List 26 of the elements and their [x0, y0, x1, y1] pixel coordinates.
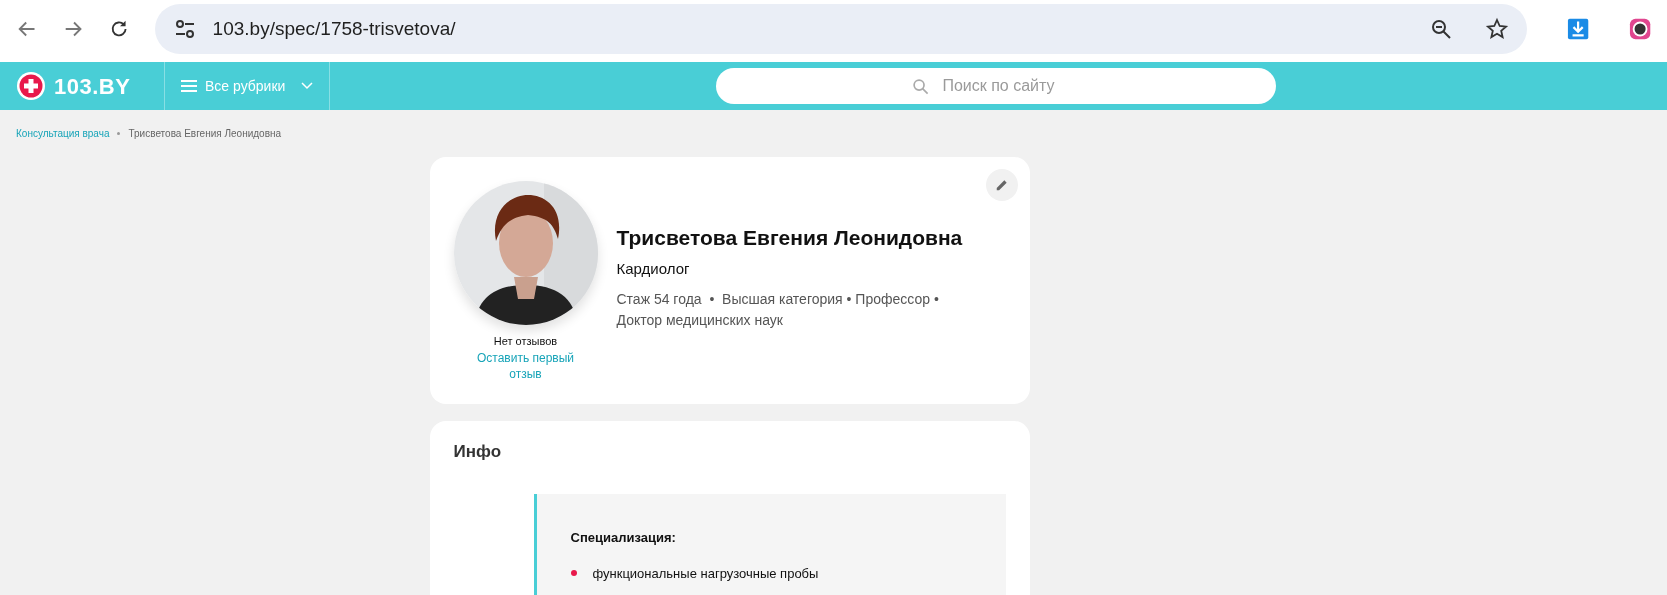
menu-icon	[181, 79, 197, 93]
url-text: 103.by/spec/1758-trisvetova/	[212, 16, 457, 41]
pencil-icon	[994, 178, 1009, 192]
reviews-status: Нет отзывов	[493, 334, 558, 349]
section-title: Инфо	[453, 440, 503, 463]
extension-icon[interactable]	[1628, 17, 1651, 41]
chevron-icon	[301, 82, 314, 90]
edit-button[interactable]	[985, 169, 1018, 201]
doctor-name: Трисветова Евгения Леонидовна	[616, 225, 963, 251]
categories-menu[interactable]: Все рубрики	[164, 62, 331, 110]
leave-review-link[interactable]: Оставить первый отзыв	[470, 349, 581, 382]
logo-icon[interactable]	[16, 71, 46, 101]
breadcrumb-current: Трисветова Евгения Леонидовна	[128, 127, 282, 141]
search-icon	[912, 78, 930, 95]
specialty-text: Кардиолог	[616, 259, 691, 280]
logo-text[interactable]: 103.BY	[54, 69, 131, 103]
star-icon[interactable]	[1484, 17, 1509, 41]
download-icon[interactable]	[1566, 17, 1589, 41]
address-bar[interactable]: 103.by/spec/1758-trisvetova/	[154, 4, 1527, 54]
specialization-heading: Специализация:	[570, 529, 677, 547]
list-item: функциональные нагрузочные пробы	[592, 564, 819, 583]
bullet-dot	[570, 570, 577, 577]
breadcrumb-link[interactable]: Консультация врача	[16, 126, 110, 141]
breadcrumb-separator	[117, 132, 121, 135]
details-text: Стаж 54 года • Высшая категория • Профессор • Доктор медицинских наук	[616, 289, 940, 330]
search-field[interactable]: Поиск по сайту	[716, 68, 1277, 104]
